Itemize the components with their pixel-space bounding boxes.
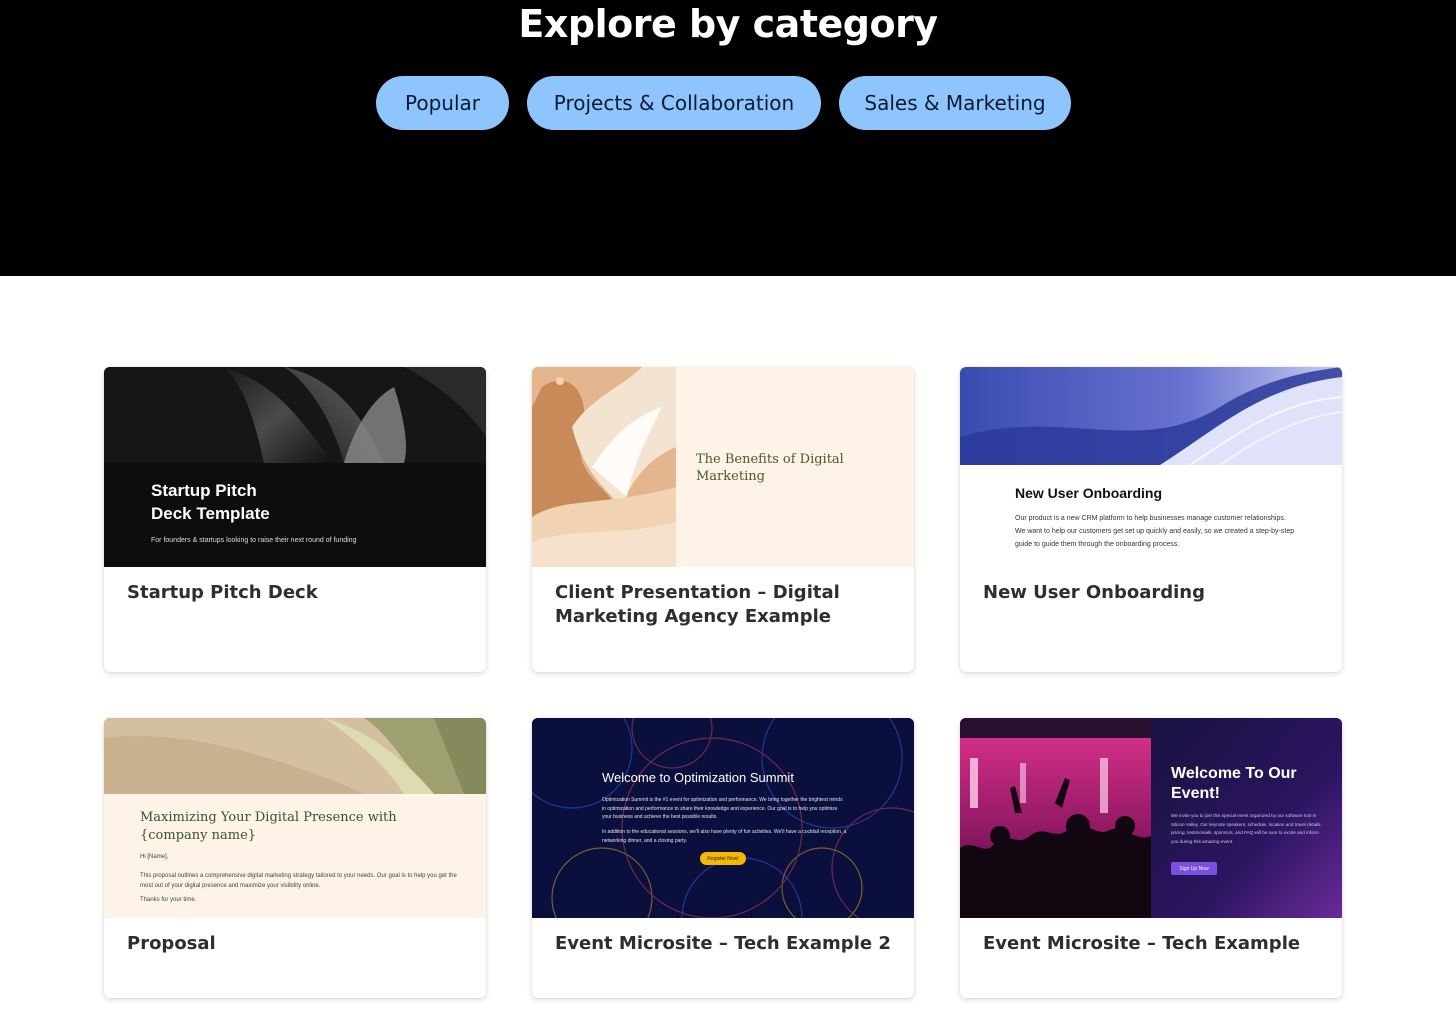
- thumb-heading: The Benefits of Digital Marketing: [696, 452, 844, 484]
- template-card-proposal[interactable]: Maximizing Your Digital Presence with {c…: [104, 718, 486, 998]
- thumb-body-1: Optimization Summit is the #1 event for …: [602, 797, 843, 820]
- thumb-subtitle: For founders & startups looking to raise…: [151, 537, 357, 544]
- thumb-body: We invite you to join this special event…: [1171, 813, 1322, 844]
- template-card-startup-pitch-deck[interactable]: Startup Pitch Deck Template For founders…: [104, 367, 486, 672]
- abstract-folds-image: [104, 367, 486, 463]
- card-title: Client Presentation – Digital Marketing …: [555, 582, 840, 627]
- card-thumbnail: Startup Pitch Deck Template For founders…: [104, 367, 486, 567]
- category-hero: Explore by category Popular Projects & C…: [0, 0, 1456, 276]
- card-thumbnail: The Benefits of Digital Marketing: [532, 367, 914, 567]
- thumb-body: This proposal outlines a comprehensive d…: [140, 873, 457, 889]
- thumb-heading-line2: Deck Template: [151, 504, 270, 523]
- section-title: Explore by category: [518, 2, 938, 46]
- thumb-heading: Maximizing Your Digital Presence with {c…: [140, 810, 397, 843]
- thumb-heading: Welcome to Optimization Summit: [602, 770, 794, 785]
- thumb-closing: Thanks for your time.: [140, 897, 197, 903]
- card-title: New User Onboarding: [983, 582, 1205, 603]
- card-title: Startup Pitch Deck: [127, 582, 318, 603]
- template-card-event-microsite[interactable]: Welcome To Our Event! We invite you to j…: [960, 718, 1342, 998]
- sign-up-now-button: Sign Up Now: [1171, 862, 1217, 875]
- category-pill-popular[interactable]: Popular: [376, 76, 509, 130]
- thumb-heading: New User Onboarding: [1015, 485, 1163, 501]
- template-card-new-user-onboarding[interactable]: New User Onboarding Our product is a new…: [960, 367, 1342, 672]
- category-pill-sales-marketing[interactable]: Sales & Marketing: [839, 76, 1071, 130]
- card-thumbnail: Welcome To Our Event! We invite you to j…: [960, 718, 1342, 918]
- template-card-event-microsite-2[interactable]: Welcome to Optimization Summit Optimizat…: [532, 718, 914, 998]
- olive-waves-image: [104, 718, 486, 794]
- card-thumbnail: New User Onboarding Our product is a new…: [960, 367, 1342, 567]
- card-title: Event Microsite – Tech Example 2: [555, 933, 891, 954]
- thumb-body: Our product is a new CRM platform to hel…: [1015, 515, 1295, 548]
- blue-waves-image: [960, 367, 1342, 465]
- paper-art-image: [532, 367, 676, 567]
- card-title: Proposal: [127, 933, 216, 954]
- card-thumbnail: Maximizing Your Digital Presence with {c…: [104, 718, 486, 918]
- thumb-greeting: Hi [Name],: [140, 854, 169, 860]
- thumb-body-2: In addition to the educational sessions,…: [602, 829, 847, 844]
- card-title: Event Microsite – Tech Example: [983, 933, 1301, 954]
- template-card-client-presentation[interactable]: The Benefits of Digital Marketing Client…: [532, 367, 914, 672]
- thumb-heading: Welcome To Our Event!: [1171, 765, 1297, 802]
- category-pill-projects-collaboration[interactable]: Projects & Collaboration: [527, 76, 821, 130]
- register-now-button: Register Now!: [700, 852, 746, 865]
- thumb-heading-line1: Startup Pitch: [151, 481, 257, 500]
- card-thumbnail: Welcome to Optimization Summit Optimizat…: [532, 718, 914, 918]
